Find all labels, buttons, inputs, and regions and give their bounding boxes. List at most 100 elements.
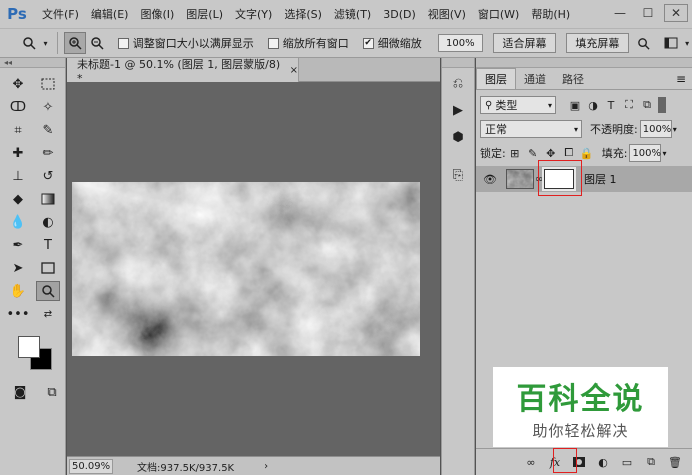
close-tab-icon[interactable]: × [290,65,298,76]
quick-mask-icon[interactable]: ◙ [8,382,32,402]
resize-windows-checkbox[interactable] [117,37,129,49]
close-button[interactable]: ✕ [664,4,688,22]
link-layers-icon[interactable]: ∞ [522,453,540,471]
add-mask-highlight-box [553,448,577,473]
pen-tool-icon[interactable]: ✒ [6,235,30,255]
magic-wand-tool-icon[interactable]: ✧ [36,97,60,117]
tab-paths[interactable]: 路径 [554,68,592,89]
stamp-tool-icon[interactable]: ⊥ [6,166,30,186]
filter-shape-icon[interactable]: ⛶ [620,96,638,114]
eraser-tool-icon[interactable]: ◆ [6,189,30,209]
chevron-down-icon[interactable]: ▾ [40,32,52,54]
layer-filter-select[interactable]: ⚲ 类型 ▾ [480,96,556,114]
menu-image[interactable]: 图像(I) [140,6,174,22]
menu-file[interactable]: 文件(F) [42,6,79,22]
minimize-button[interactable]: — [608,4,632,22]
properties-panel-icon[interactable]: ⎘ [444,163,472,187]
scrubby-zoom-checkbox[interactable]: ✔ [362,37,374,49]
history-brush-tool-icon[interactable]: ↺ [36,166,60,186]
new-layer-icon[interactable]: ⧉ [642,453,660,471]
type-tool-icon[interactable]: T [36,235,60,255]
new-group-icon[interactable]: ▭ [618,453,636,471]
foreground-color-swatch[interactable] [18,336,40,358]
actions-panel-icon[interactable]: ▶ [444,98,472,122]
fill-screen-button[interactable]: 填充屏幕 [565,33,629,53]
fit-screen-button[interactable]: 适合屏幕 [492,33,556,53]
menu-edit[interactable]: 编辑(E) [91,6,129,22]
zoom-tool-icon[interactable] [36,281,60,301]
blend-mode-select[interactable]: 正常 ▾ [480,120,582,138]
move-tool-icon[interactable]: ✥ [6,74,30,94]
dodge-tool-icon[interactable]: ◐ [36,212,60,232]
search-icon[interactable] [633,32,655,54]
menu-filter[interactable]: 滤镜(T) [334,6,371,22]
status-zoom-field[interactable]: 50.09% [69,458,113,474]
crop-tool-icon[interactable]: ⌗ [6,120,30,140]
filter-type-icon[interactable]: T [602,96,620,114]
3d-panel-icon[interactable]: ⬢ [444,125,472,149]
collapse-arrows-icon[interactable]: ◂◂ [0,58,65,68]
opacity-field[interactable]: 100% [639,120,672,138]
filter-toggle-switch[interactable] [658,97,666,113]
scrubby-zoom-option[interactable]: ✔ 细微缩放 [362,35,422,51]
zoom-all-windows-option[interactable]: 缩放所有窗口 [267,35,349,51]
panel-menu-icon[interactable]: ≡ [676,72,686,86]
menu-layer[interactable]: 图层(L) [186,6,223,22]
status-bar: 50.09% 文档:937.5K/937.5K › [67,456,440,475]
brush-tool-icon[interactable]: ✏ [36,143,60,163]
swap-colors-icon[interactable]: ⇄ [36,304,60,324]
path-selection-tool-icon[interactable]: ➤ [6,258,30,278]
menu-select[interactable]: 选择(S) [284,6,322,22]
adjustment-layer-icon[interactable]: ◐ [594,453,612,471]
eye-icon[interactable]: 👁 [480,173,500,186]
more-tools-icon[interactable]: ••• [6,304,30,324]
blur-tool-icon[interactable]: 💧 [6,212,30,232]
status-menu-arrow[interactable]: › [264,461,268,472]
gradient-tool-icon[interactable] [36,189,60,209]
mask-highlight-box [538,160,582,196]
blend-mode-value: 正常 [485,123,507,136]
filter-smart-object-icon[interactable]: ⧉ [638,96,656,114]
menu-window[interactable]: 窗口(W) [478,6,519,22]
marquee-tool-icon[interactable] [36,74,60,94]
zoom-in-icon[interactable] [64,32,87,54]
options-bar: ▾ 调整窗口大小以满屏显示 缩放所有窗口 ✔ 细微缩放 100% 适合屏幕 填充… [0,28,692,58]
menu-help[interactable]: 帮助(H) [531,6,570,22]
workspace-icon[interactable] [661,32,683,54]
delete-layer-icon[interactable]: 🗑 [666,453,684,471]
chevron-down-icon[interactable]: ▾ [673,125,677,134]
zoom-out-icon[interactable] [86,32,108,54]
layer-name[interactable]: 图层 1 [584,171,617,187]
zoom-value-field[interactable]: 100% [437,34,483,52]
tab-layers[interactable]: 图层 [476,68,516,89]
zoom-tool-preset-icon[interactable] [18,32,40,54]
healing-brush-tool-icon[interactable]: ✚ [6,143,30,163]
history-panel-icon[interactable]: ⎌ [444,71,472,95]
watermark-title: 百科全说 [516,381,645,417]
hand-tool-icon[interactable]: ✋ [6,281,30,301]
menu-type[interactable]: 文字(Y) [235,6,272,22]
layer-row[interactable]: 👁 ∞ 图层 1 [476,166,692,192]
filter-adjustment-icon[interactable]: ◑ [584,96,602,114]
collapse-arrows-icon[interactable] [442,58,474,68]
layer-thumbnail[interactable] [506,169,534,189]
rectangle-tool-icon[interactable] [36,258,60,278]
lasso-tool-icon[interactable]: ↀ [6,97,30,117]
maximize-button[interactable]: ☐ [636,4,660,22]
screen-mode-icon[interactable]: ⧉ [40,382,64,402]
filter-pixel-icon[interactable]: ▣ [566,96,584,114]
fill-field[interactable]: 100% [629,144,662,162]
document-tab[interactable]: 未标题-1 @ 50.1% (图层 1, 图层蒙版/8) * × [67,58,299,85]
zoom-all-windows-checkbox[interactable] [267,37,279,49]
chevron-down-icon[interactable]: ▾ [662,149,666,158]
resize-windows-option[interactable]: 调整窗口大小以满屏显示 [117,35,254,51]
chevron-down-icon[interactable]: ▾ [682,32,692,54]
tab-channels[interactable]: 通道 [516,68,554,89]
lock-transparency-icon[interactable]: ⊞ [506,144,524,162]
eyedropper-tool-icon[interactable]: ✎ [36,120,60,140]
menu-view[interactable]: 视图(V) [428,6,466,22]
collapse-arrows-icon[interactable] [476,58,692,68]
menu-3d[interactable]: 3D(D) [383,8,416,21]
document-canvas[interactable] [72,182,420,356]
resize-windows-label: 调整窗口大小以满屏显示 [132,37,254,50]
